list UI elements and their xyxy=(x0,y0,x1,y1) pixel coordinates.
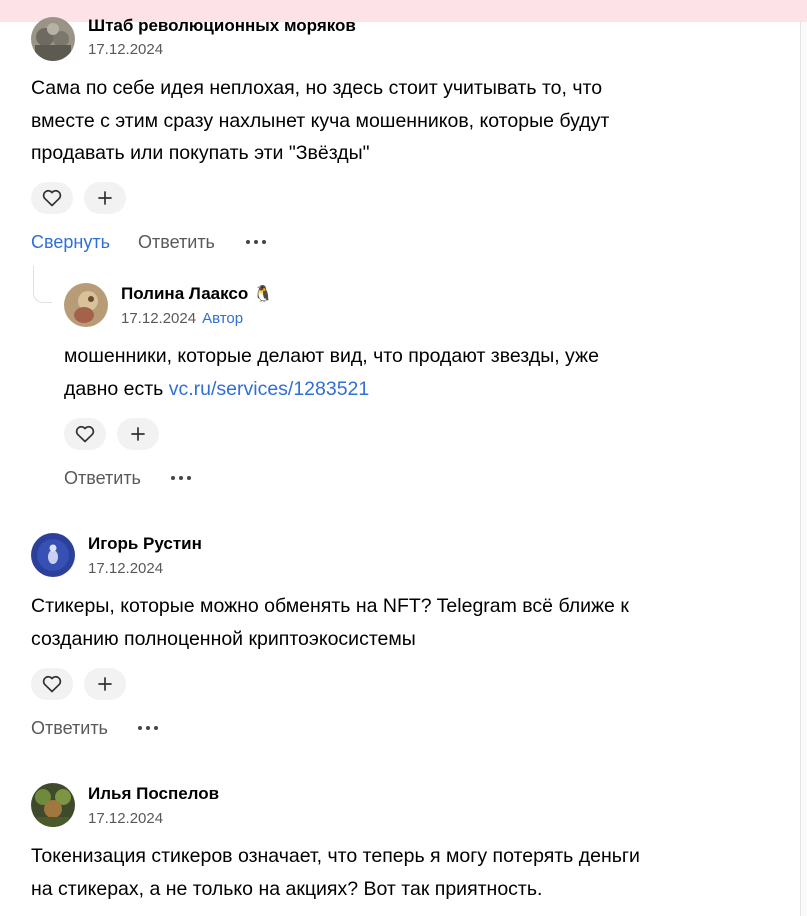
penguin-icon: 🐧 xyxy=(253,286,273,303)
collapse-button[interactable]: Свернуть xyxy=(31,232,110,252)
author-name-text: Полина Лааксо xyxy=(121,284,249,303)
add-reaction-button[interactable] xyxy=(117,418,159,450)
comment-line: созданию полноценной криптоэкосистемы xyxy=(31,627,416,650)
add-reaction-button[interactable] xyxy=(84,668,126,700)
more-dots-icon[interactable] xyxy=(246,232,266,252)
date-text: 17.12.2024 xyxy=(121,310,197,327)
comment-text: Токенизация стикеров означает, что тепер… xyxy=(31,840,751,905)
plus-icon xyxy=(98,677,112,691)
heart-icon xyxy=(42,675,62,693)
avatar[interactable] xyxy=(31,783,75,827)
avatar[interactable] xyxy=(31,533,75,577)
reply-button[interactable]: Ответить xyxy=(138,232,215,252)
comment-date: 17.12.2024 xyxy=(88,560,163,578)
author-name[interactable]: Штаб революционных моряков xyxy=(88,16,356,36)
comment-line: Токенизация стикеров означает, что тепер… xyxy=(31,845,640,867)
services-link[interactable]: vc.ru/services/1283521 xyxy=(169,378,370,400)
reply-button[interactable]: Ответить xyxy=(31,718,108,738)
author-name[interactable]: Илья Поспелов xyxy=(88,784,219,804)
comment-line: на стикерах, а не только на акциях? Вот … xyxy=(31,877,543,900)
comment-line: Сама по себе идея неплохая, но здесь сто… xyxy=(31,77,603,99)
heart-icon xyxy=(75,425,95,443)
author-badge: Автор xyxy=(202,310,244,327)
date-text: 17.12.2024 xyxy=(88,560,164,577)
reply-button[interactable]: Ответить xyxy=(64,468,141,488)
comment-line: Стикеры, которые можно обменять на NFT? … xyxy=(31,595,629,617)
comment-date: 17.12.2024 Автор xyxy=(121,310,243,328)
date-text: 17.12.2024 xyxy=(88,810,164,827)
date-text: 17.12.2024 xyxy=(88,41,164,58)
comment-text: мошенники, которые делают вид, что прода… xyxy=(64,340,754,405)
like-button[interactable] xyxy=(31,668,73,700)
comment-line: мошенники, которые делают вид, что прода… xyxy=(64,345,599,367)
comment-line: продавать или покупать эти "Звёзды" xyxy=(31,142,370,164)
plus-icon xyxy=(131,427,145,441)
more-dots-icon[interactable] xyxy=(171,468,191,488)
author-name[interactable]: Полина Лааксо 🐧 xyxy=(121,284,273,305)
add-reaction-button[interactable] xyxy=(84,182,126,214)
avatar[interactable] xyxy=(64,283,108,327)
comment-text: Сама по себе идея неплохая, но здесь сто… xyxy=(31,72,751,170)
heart-icon xyxy=(42,189,62,207)
comment-line: вместе с этим сразу нахлынет куча мошенн… xyxy=(31,109,610,132)
avatar[interactable] xyxy=(31,17,75,61)
comment-date: 17.12.2024 xyxy=(88,810,163,828)
author-name[interactable]: Игорь Рустин xyxy=(88,534,202,554)
thread-connector xyxy=(33,266,52,303)
like-button[interactable] xyxy=(64,418,106,450)
comment-text: Стикеры, которые можно обменять на NFT? … xyxy=(31,590,751,655)
comment-line: давно есть vc.ru/services/1283521 xyxy=(64,373,754,406)
more-dots-icon[interactable] xyxy=(138,718,158,738)
comment-line-prefix: давно есть xyxy=(64,377,169,400)
like-button[interactable] xyxy=(31,182,73,214)
scrollbar[interactable] xyxy=(800,22,807,916)
plus-icon xyxy=(98,191,112,205)
comment-date: 17.12.2024 xyxy=(88,41,163,59)
